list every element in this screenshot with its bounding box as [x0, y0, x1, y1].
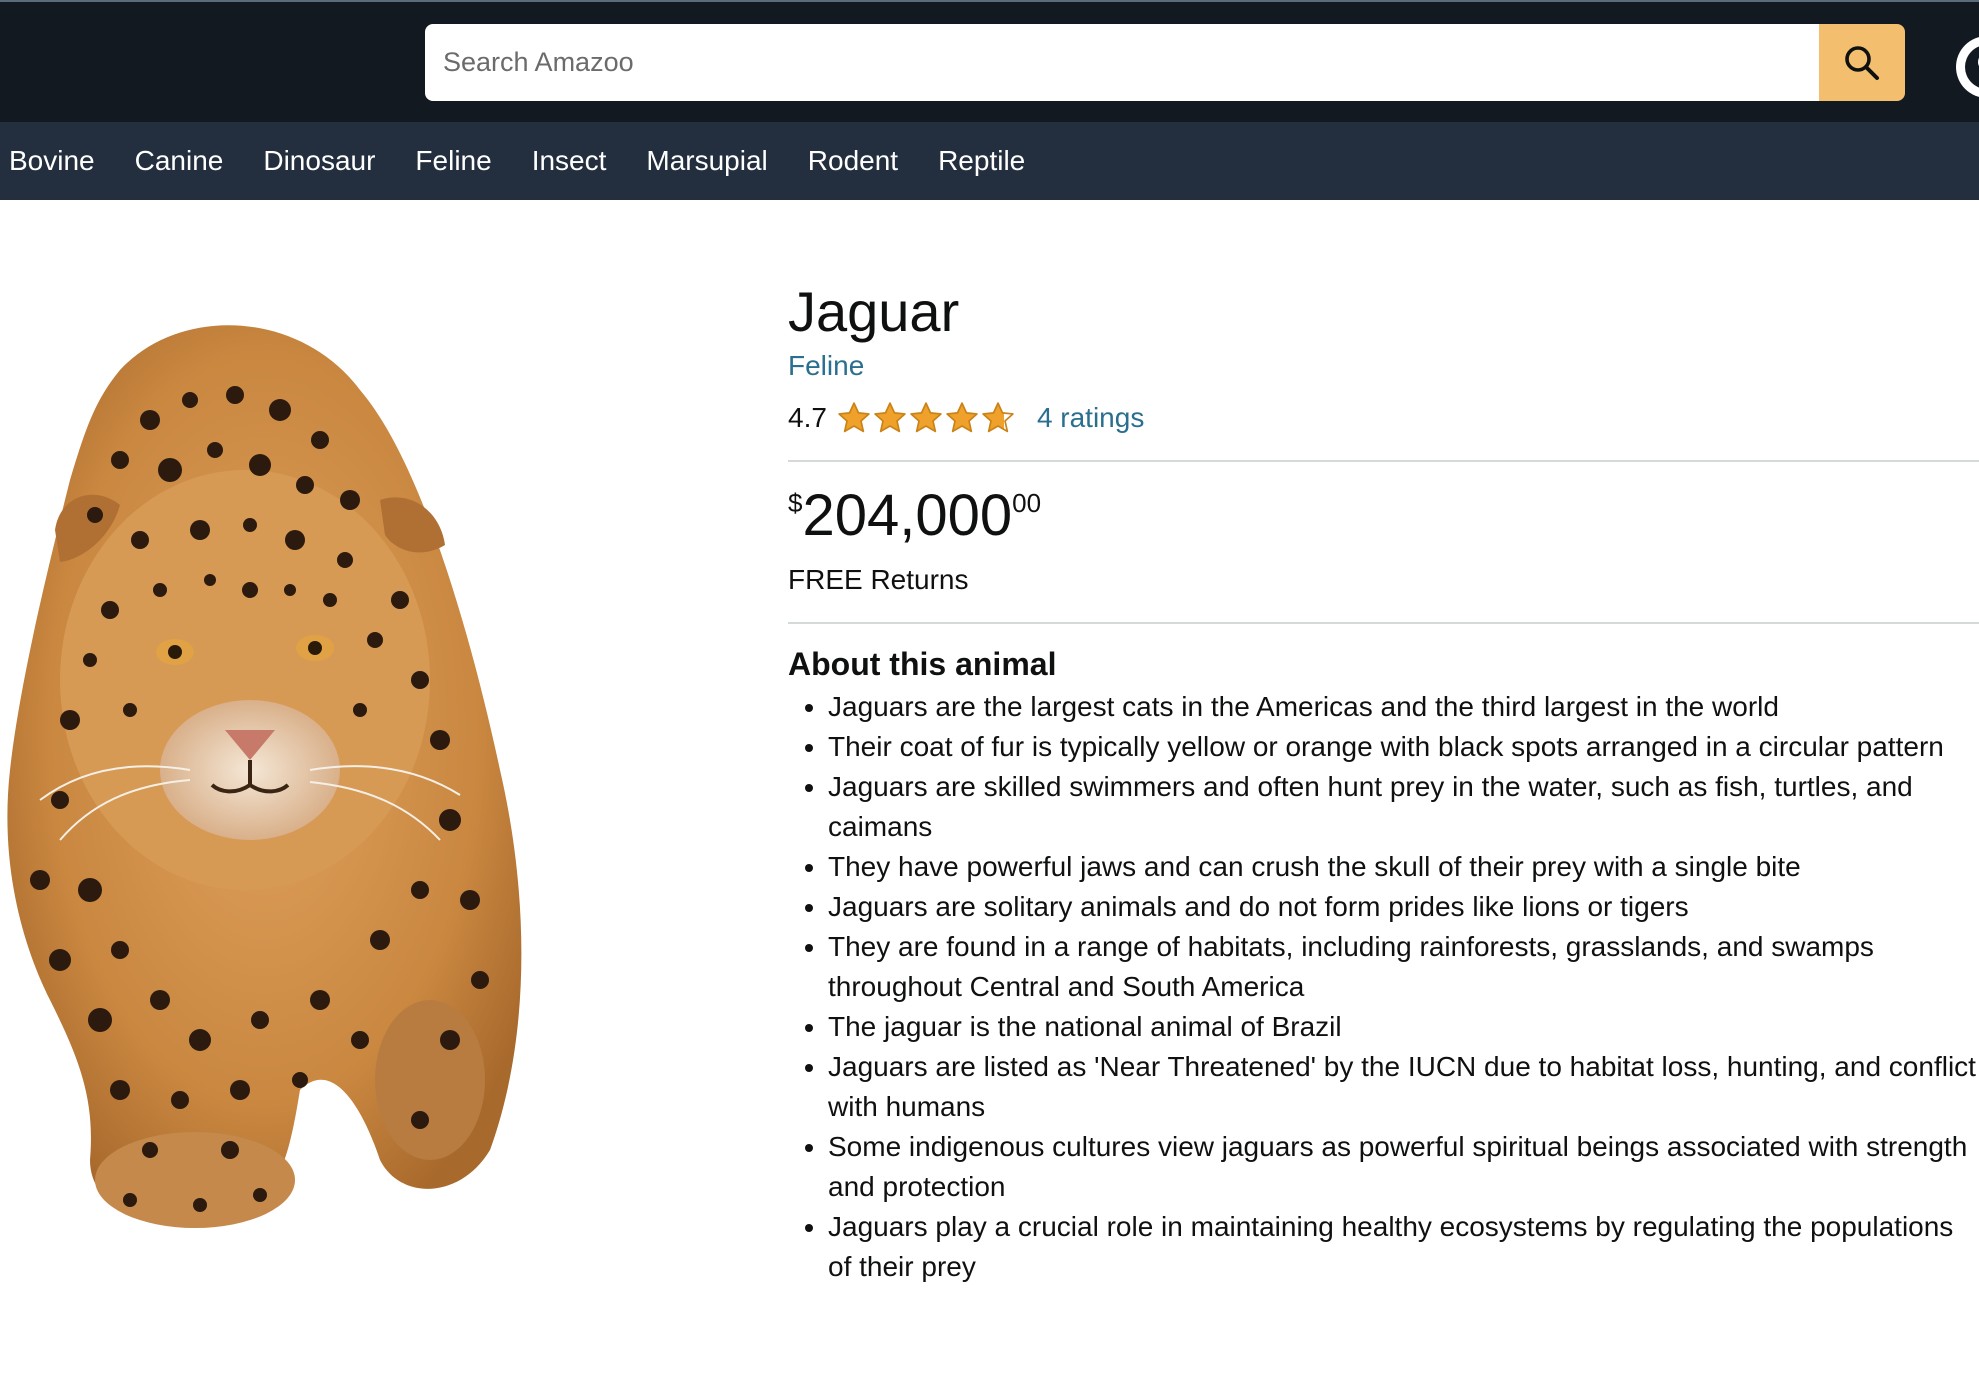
about-item: They have powerful jaws and can crush th…	[828, 847, 1979, 887]
product-details: Jaguar Feline 4.7 4 ratings $ 204,000 00…	[788, 280, 1979, 1287]
nav-item-reptile[interactable]: Reptile	[938, 145, 1025, 177]
about-item: Jaguars are skilled swimmers and often h…	[828, 767, 1979, 847]
price-fraction: 00	[1012, 488, 1042, 518]
about-heading: About this animal	[788, 646, 1057, 682]
search-button[interactable]	[1819, 24, 1905, 101]
about-item: The jaguar is the national animal of Bra…	[828, 1007, 1979, 1047]
account-icon[interactable]	[1952, 32, 1979, 102]
price-symbol: $	[788, 488, 803, 518]
price-whole: 204,000	[802, 483, 1013, 548]
about-item: Jaguars are the largest cats in the Amer…	[828, 687, 1979, 727]
product-image	[7, 325, 522, 1228]
ratings-count-link[interactable]: 4 ratings	[1037, 402, 1144, 434]
category-nav: Bovine Canine Dinosaur Feline Insect Mar…	[0, 122, 1979, 200]
nav-item-bovine[interactable]: Bovine	[9, 145, 95, 177]
free-returns: FREE Returns	[788, 564, 969, 595]
price: $ 204,000 00	[788, 484, 1979, 548]
star-icon	[838, 402, 870, 433]
search-bar	[425, 24, 1905, 101]
about-item: Jaguars are listed as 'Near Threatened' …	[828, 1047, 1979, 1127]
nav-item-dinosaur[interactable]: Dinosaur	[263, 145, 375, 177]
divider	[788, 460, 1979, 462]
about-item: Jaguars are solitary animals and do not …	[828, 887, 1979, 927]
nav-item-canine[interactable]: Canine	[135, 145, 224, 177]
divider	[788, 622, 1979, 624]
about-item: They are found in a range of habitats, i…	[828, 927, 1979, 1007]
about-item: Jaguars play a crucial role in maintaini…	[828, 1207, 1979, 1287]
about-item: Some indigenous cultures view jaguars as…	[828, 1127, 1979, 1207]
star-icon	[874, 402, 906, 433]
nav-item-marsupial[interactable]: Marsupial	[646, 145, 767, 177]
nav-item-insect[interactable]: Insect	[532, 145, 607, 177]
rating-row: 4.7 4 ratings	[788, 396, 1979, 440]
star-rating[interactable]	[837, 401, 1017, 435]
about-item: Their coat of fur is typically yellow or…	[828, 727, 1979, 767]
top-header	[0, 0, 1979, 122]
star-icon	[946, 402, 978, 433]
star-icon	[910, 402, 942, 433]
search-input[interactable]	[425, 24, 1819, 101]
nav-item-rodent[interactable]: Rodent	[808, 145, 898, 177]
star-icon	[982, 402, 1014, 433]
nav-item-feline[interactable]: Feline	[415, 145, 491, 177]
about-list: Jaguars are the largest cats in the Amer…	[788, 687, 1979, 1287]
rating-value: 4.7	[788, 402, 827, 433]
search-icon	[1845, 45, 1879, 80]
product-title: Jaguar	[788, 280, 960, 343]
category-link[interactable]: Feline	[788, 350, 1979, 382]
